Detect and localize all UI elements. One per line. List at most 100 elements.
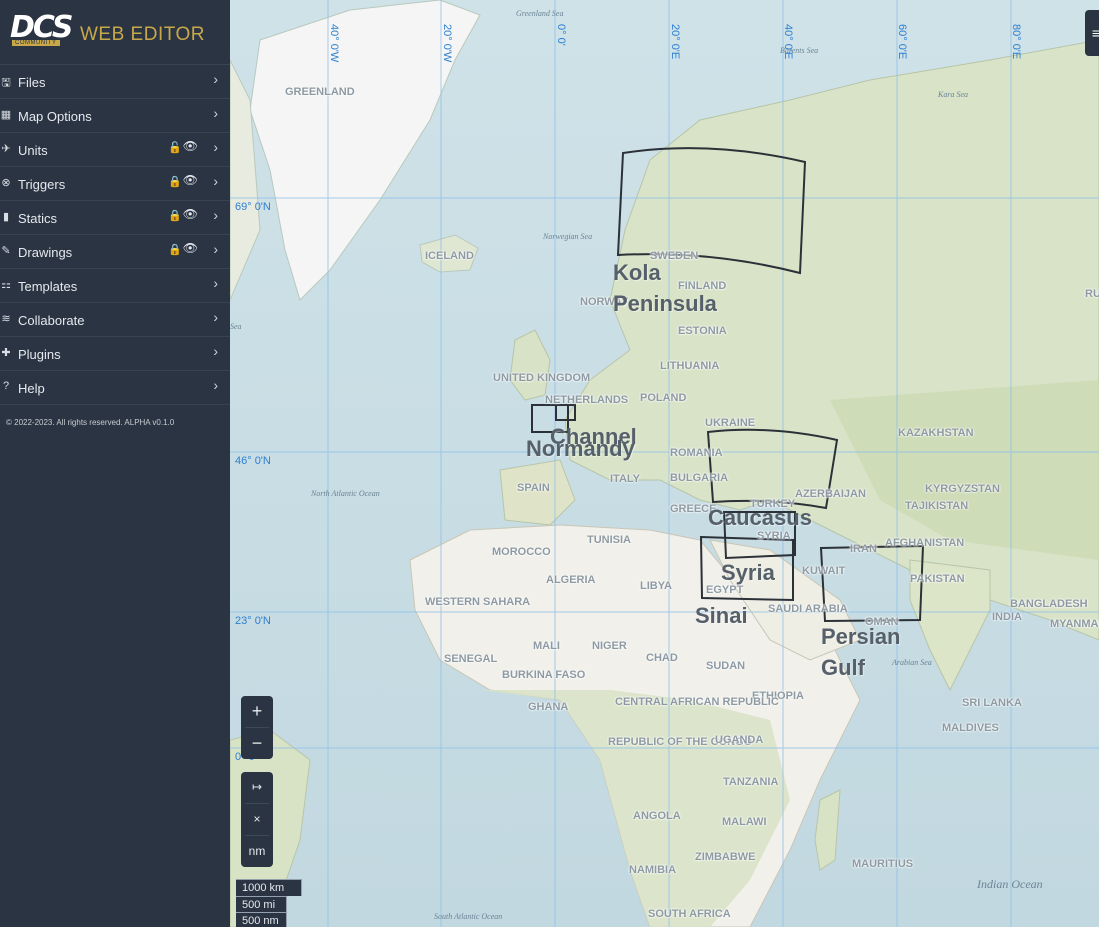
country-label: SAUDI ARABIA <box>768 603 848 615</box>
menu-item-templates[interactable]: ⚏ Templates › <box>0 269 230 303</box>
theatre-label-kola[interactable]: Kola Peninsula <box>613 257 717 319</box>
map-canvas[interactable] <box>230 0 1099 927</box>
menu-item-help[interactable]: ? Help › <box>0 371 230 405</box>
country-label: UNITED KINGDOM <box>493 372 591 384</box>
map-view[interactable]: 40° 0'W 20° 0'W 0° 0' 20° 0'E 40° 0'E 60° 0'E… <box>230 0 1099 927</box>
country-label: MOROCCO <box>492 546 551 558</box>
eye-icon[interactable]: 👁 <box>183 139 198 153</box>
country-label: BANGLADESH <box>1010 598 1088 610</box>
theatre-label-normandy[interactable]: Normandy <box>526 433 635 464</box>
country-label: BULGARIA <box>670 472 729 484</box>
country-label: MALDIVES <box>942 722 999 734</box>
menu-item-label: Plugins <box>18 347 61 362</box>
templates-icon: ⚏ <box>1 279 11 291</box>
country-label: CHAD <box>646 652 678 664</box>
country-label: UKRAINE <box>705 417 756 429</box>
theatre-label-caucasus[interactable]: Caucasus <box>708 502 812 533</box>
menu-item-label: Units <box>18 143 48 158</box>
menu-item-label: Templates <box>18 279 78 294</box>
logo-community: COMMUNITY <box>12 40 60 46</box>
chevron-right-icon: › <box>213 275 218 291</box>
latitude-label: 23° 0'N <box>235 615 271 627</box>
unlock-icon[interactable]: 🔓 <box>168 141 182 154</box>
longitude-label: 20° 0'E <box>669 24 681 60</box>
country-label: TUNISIA <box>587 534 631 546</box>
eye-icon[interactable]: 👁 <box>183 241 198 255</box>
country-label: MYANMAR <box>1050 618 1099 630</box>
eye-icon[interactable]: 👁 <box>183 207 198 221</box>
longitude-label: 80° 0'E <box>1010 24 1022 60</box>
lock-icon[interactable]: 🔒 <box>168 243 182 256</box>
theatre-label-sinai[interactable]: Sinai <box>695 600 748 631</box>
question-icon: ? <box>2 380 10 392</box>
country-label: IRAN <box>850 543 877 555</box>
trigger-icon: ⊗ <box>1 177 11 189</box>
layers-icon: ≡ <box>1091 25 1099 41</box>
country-label: INDIA <box>992 611 1022 623</box>
country-label: LITHUANIA <box>660 360 720 372</box>
eye-icon[interactable]: 👁 <box>183 173 198 187</box>
zoom-control: + − <box>241 696 273 759</box>
country-label: MALI <box>533 640 560 652</box>
lock-icon[interactable]: 🔒 <box>168 175 182 188</box>
country-label: PAKISTAN <box>910 573 965 585</box>
country-label: LIBYA <box>640 580 672 592</box>
country-label: ICELAND <box>425 250 474 262</box>
latitude-label: 69° 0'N <box>235 201 271 213</box>
menu-item-label: Statics <box>18 211 58 226</box>
country-label: KUWAIT <box>802 565 846 577</box>
country-label: TANZANIA <box>723 776 779 788</box>
theatre-label-persian[interactable]: Persian Gulf <box>821 621 901 683</box>
sea-label: South Atlantic Ocean <box>434 912 503 921</box>
country-label: SUDAN <box>706 660 746 672</box>
menu-item-units[interactable]: ✈ Units 🔓 👁 › <box>0 133 230 167</box>
menu-item-label: Collaborate <box>18 313 85 328</box>
sea-label: Greenland Sea <box>516 9 564 18</box>
sidebar-menu: 🖫 Files › ▦ Map Options › ✈ Units 🔓 👁 › ⊗ Triggers 🔒 👁… <box>0 65 230 405</box>
country-label: ROMANIA <box>670 447 723 459</box>
zoom-out-button[interactable]: − <box>241 728 273 759</box>
measure-units-button[interactable]: nm <box>241 836 273 867</box>
menu-item-files[interactable]: 🖫 Files › <box>0 65 230 99</box>
country-label: MAURITIUS <box>852 858 914 870</box>
menu-item-triggers[interactable]: ⊗ Triggers 🔒 👁 › <box>0 167 230 201</box>
menu-item-map-options[interactable]: ▦ Map Options › <box>0 99 230 133</box>
chevron-right-icon: › <box>213 309 218 325</box>
theatre-label-syria[interactable]: Syria <box>721 557 775 588</box>
clear-measure-button[interactable]: × <box>241 804 273 835</box>
chevron-right-icon: › <box>213 71 218 87</box>
country-label: POLAND <box>640 392 687 404</box>
measure-button[interactable]: ↦ <box>241 772 273 803</box>
measure-control: ↦ × nm <box>241 772 273 867</box>
menu-item-label: Files <box>18 75 46 90</box>
menu-item-collaborate[interactable]: ≋ Collaborate › <box>0 303 230 337</box>
sea-label: Indian Ocean <box>977 877 1043 891</box>
sea-label: Kara Sea <box>938 90 968 99</box>
country-label: TAJIKISTAN <box>905 500 969 512</box>
chevron-right-icon: › <box>213 207 218 223</box>
lock-icon[interactable]: 🔒 <box>168 209 182 222</box>
country-label: GHANA <box>528 701 569 713</box>
menu-item-statics[interactable]: ▮ Statics 🔒 👁 › <box>0 201 230 235</box>
scale-nm: 500 nm <box>236 912 287 927</box>
menu-item-plugins[interactable]: ✚ Plugins › <box>0 337 230 371</box>
scale-mi: 500 mi <box>236 896 287 913</box>
country-label: AZERBAIJAN <box>795 488 866 500</box>
country-label: ALGERIA <box>546 574 596 586</box>
country-label: ESTONIA <box>678 325 727 337</box>
puzzle-icon: ✚ <box>1 347 11 359</box>
chevron-right-icon: › <box>213 105 218 121</box>
country-label: NAMIBIA <box>629 864 677 876</box>
menu-item-label: Help <box>18 381 45 396</box>
zoom-in-button[interactable]: + <box>241 696 273 727</box>
country-label: KAZAKHSTAN <box>898 427 974 439</box>
country-label: CENTRAL AFRICAN REPUBLIC <box>615 696 779 708</box>
menu-item-label: Map Options <box>18 109 92 124</box>
statics-icon: ▮ <box>2 211 10 223</box>
sea-label: Sea <box>230 322 242 331</box>
layers-toggle-button[interactable]: ≡ <box>1085 10 1099 56</box>
sea-label: Barents Sea <box>780 46 819 55</box>
plane-icon: ✈ <box>1 143 11 155</box>
menu-item-drawings[interactable]: ✎ Drawings 🔒 👁 › <box>0 235 230 269</box>
sea-label: Norwegian Sea <box>543 232 593 241</box>
